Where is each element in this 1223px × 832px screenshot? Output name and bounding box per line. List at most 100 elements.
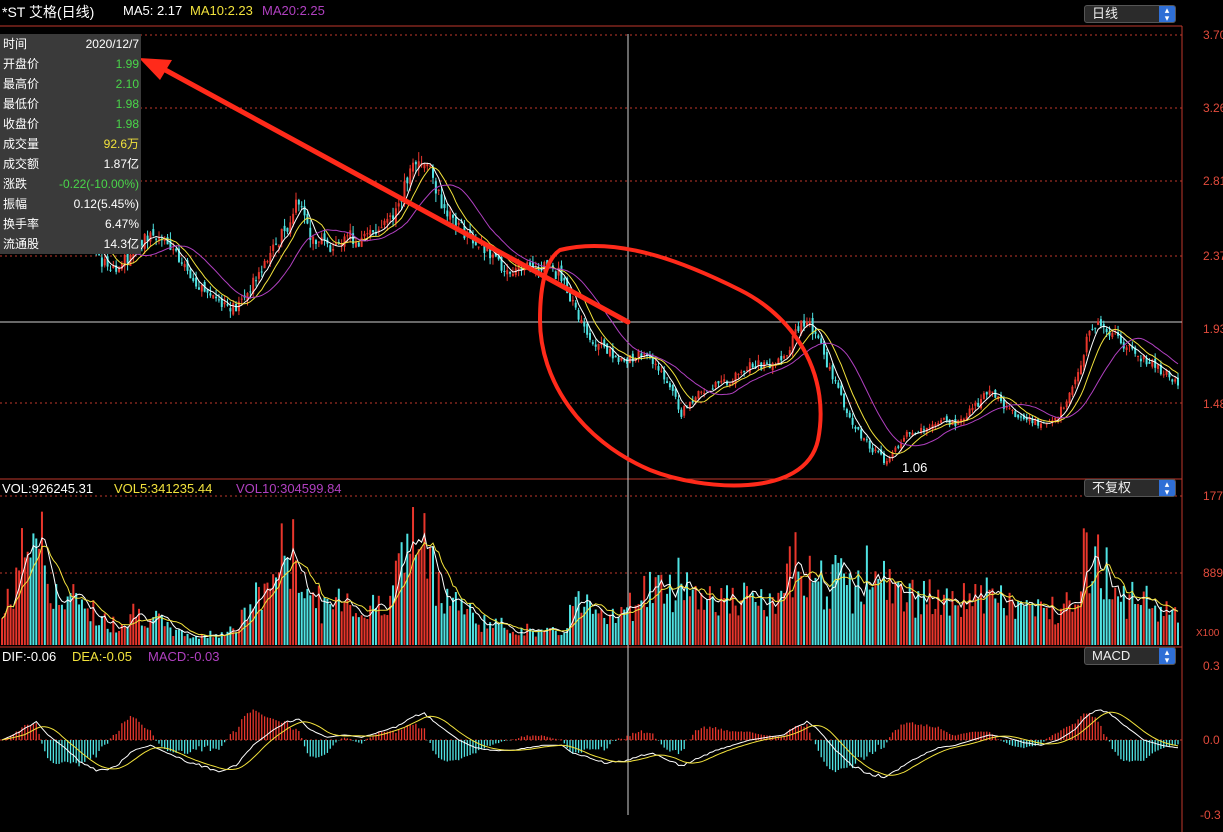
candle-body [1011, 409, 1014, 411]
volume-bar [648, 571, 651, 645]
volume-bar [98, 625, 101, 645]
candle-body [606, 343, 609, 354]
volume-bar [751, 592, 754, 645]
info-key: 时间 [3, 37, 28, 51]
macd-tick: 0.3 [1203, 659, 1220, 673]
volume-bar [663, 603, 666, 645]
info-value: 1.87亿 [103, 157, 139, 171]
candle-body [297, 199, 300, 205]
price-tick: 2.81 [1203, 174, 1223, 188]
volume-bar [314, 608, 317, 645]
candle-body [354, 241, 357, 248]
volume-bar [962, 583, 965, 645]
candle-body [260, 271, 263, 273]
volume-bar [432, 546, 435, 645]
volume-bar [60, 604, 63, 645]
volume-bar [417, 549, 420, 645]
candle-body [717, 381, 720, 384]
volume-bar [155, 610, 158, 645]
period-select[interactable]: 日线 ▴ ▾ [1084, 5, 1176, 23]
volume-bar [865, 545, 868, 645]
volume-bar [434, 605, 437, 645]
candle-body [643, 354, 646, 356]
info-key: 涨跌 [3, 177, 28, 191]
volume-bar [1088, 593, 1091, 645]
volume-bar [29, 557, 32, 645]
candle-body [451, 215, 454, 218]
candle-body [620, 357, 623, 361]
volume-bar [848, 573, 851, 645]
candle-body [509, 272, 512, 274]
volume-bar [800, 575, 803, 645]
volume-bar [143, 626, 146, 645]
volume-bar [389, 595, 392, 645]
volume-bar [1011, 599, 1014, 645]
candle-body [1111, 332, 1114, 338]
volume-bar [534, 636, 537, 645]
candle-body [688, 401, 691, 408]
candle-body [1020, 416, 1023, 418]
volume-bar [877, 578, 880, 645]
volume-bar [406, 533, 409, 645]
volume-bar [1077, 604, 1080, 645]
volume-bar [660, 574, 663, 645]
candle-body [357, 242, 360, 247]
volume-bar [506, 629, 509, 645]
vol-label: VOL:926245.31 [2, 481, 94, 496]
volume-bar [788, 546, 791, 645]
volume-bar [109, 632, 112, 645]
volume-bar [948, 615, 951, 645]
volume-bar [1014, 618, 1017, 645]
candle-body [217, 299, 220, 301]
info-key: 收盘价 [3, 117, 40, 131]
candle-body [1079, 365, 1082, 375]
volume-bar [26, 551, 29, 645]
candle-body [1039, 423, 1042, 428]
volume-bar [420, 546, 423, 645]
volume-bar [1151, 608, 1154, 645]
volume-bar [169, 627, 172, 645]
candle-body [751, 363, 754, 368]
volume-bar [523, 635, 526, 645]
candle-body [743, 370, 746, 372]
annotation-arrow-line [155, 63, 631, 325]
candle-body [1065, 401, 1068, 408]
volume-bar [586, 594, 589, 645]
volume-bar [708, 586, 711, 645]
volume-bar [49, 603, 52, 645]
candle-body [922, 429, 925, 431]
volume-bar [9, 604, 12, 645]
volume-bar [891, 603, 894, 645]
candle-body [1105, 328, 1108, 333]
volume-bar [765, 616, 768, 645]
volume-bar [1034, 616, 1037, 645]
volume-bar [768, 593, 771, 645]
volume-bar [303, 598, 306, 645]
volume-bar [1031, 603, 1034, 645]
ma5-label: MA5: 2.17 [123, 3, 183, 18]
volume-bar [509, 633, 512, 645]
adjust-select[interactable]: 不复权 ▴ ▾ [1084, 479, 1176, 497]
volume-bar [297, 592, 300, 645]
volume-bar [1128, 594, 1131, 645]
volume-bar [883, 560, 885, 645]
candle-body [597, 344, 600, 350]
volume-bar [931, 614, 934, 645]
candle-body [974, 402, 977, 406]
candle-body [249, 291, 252, 293]
candle-body [654, 363, 657, 366]
volume-bar [374, 608, 377, 645]
volume-bar [175, 629, 178, 645]
candle-body [235, 304, 238, 312]
volume-bar [352, 616, 355, 645]
candle-body [503, 270, 506, 272]
volume-bar [323, 597, 326, 645]
volume-bar [252, 608, 255, 645]
candle-body [840, 385, 843, 395]
candle-body [449, 211, 452, 220]
candle-body [714, 382, 717, 388]
candle-body [1017, 414, 1020, 418]
volume-bar [1137, 603, 1140, 645]
volume-bar [449, 605, 452, 645]
indicator-select[interactable]: MACD ▴ ▾ [1084, 647, 1176, 665]
